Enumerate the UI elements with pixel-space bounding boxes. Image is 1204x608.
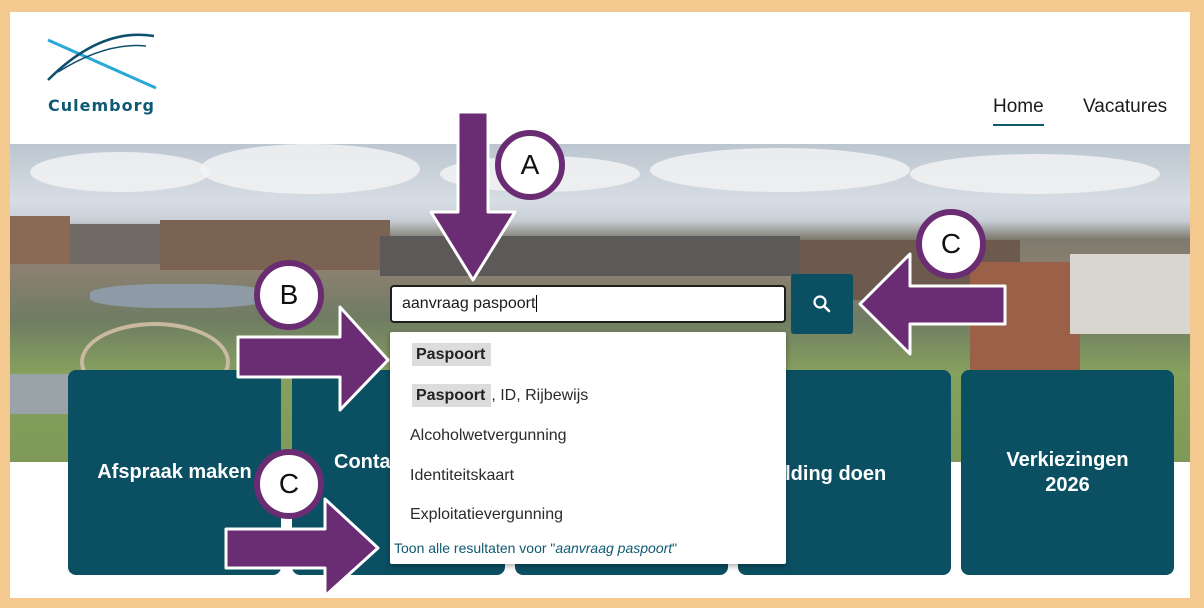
- culemborg-logo[interactable]: Culemborg: [46, 32, 166, 117]
- annotation-c-top: C: [916, 209, 986, 279]
- suggestion-paspoort-id-rijbewijs[interactable]: Paspoort, ID, Rijbewijs: [412, 384, 588, 407]
- suggestion-identiteitskaart[interactable]: Identiteitskaart: [410, 467, 514, 485]
- tile-label: Afspraak maken: [97, 461, 252, 483]
- annotation-b: B: [254, 260, 324, 330]
- tile-label: Verkiezingen 2026: [1006, 448, 1129, 496]
- annotation-c-bottom: C: [254, 449, 324, 519]
- suggestion-paspoort[interactable]: Paspoort: [412, 343, 492, 366]
- suggestion-alcoholwetvergunning[interactable]: Alcoholwetvergunning: [410, 427, 567, 445]
- search-icon: [813, 295, 831, 313]
- logo-icon: [47, 33, 157, 90]
- nav-home[interactable]: Home: [993, 96, 1044, 126]
- search-input[interactable]: aanvraag paspoort: [390, 285, 786, 323]
- annotation-a: A: [495, 130, 565, 200]
- tile-afspraak-maken[interactable]: Afspraak maken: [68, 370, 281, 575]
- logo-text: Culemborg: [48, 96, 155, 115]
- nav-vacatures[interactable]: Vacatures: [1083, 96, 1167, 118]
- tile-verkiezingen[interactable]: Verkiezingen 2026: [961, 370, 1174, 575]
- tile-label: elding doen: [774, 463, 887, 485]
- suggestion-exploitatievergunning[interactable]: Exploitatievergunning: [410, 506, 563, 524]
- search-input-value: aanvraag paspoort: [402, 295, 536, 312]
- page-frame: Culemborg Home Vacatures Afspraak maken …: [10, 12, 1190, 598]
- search-button[interactable]: [791, 274, 853, 334]
- search-suggestions: Paspoort Paspoort, ID, Rijbewijs Alcohol…: [390, 332, 786, 564]
- show-all-results-link[interactable]: Toon alle resultaten voor "aanvraag pasp…: [394, 540, 677, 556]
